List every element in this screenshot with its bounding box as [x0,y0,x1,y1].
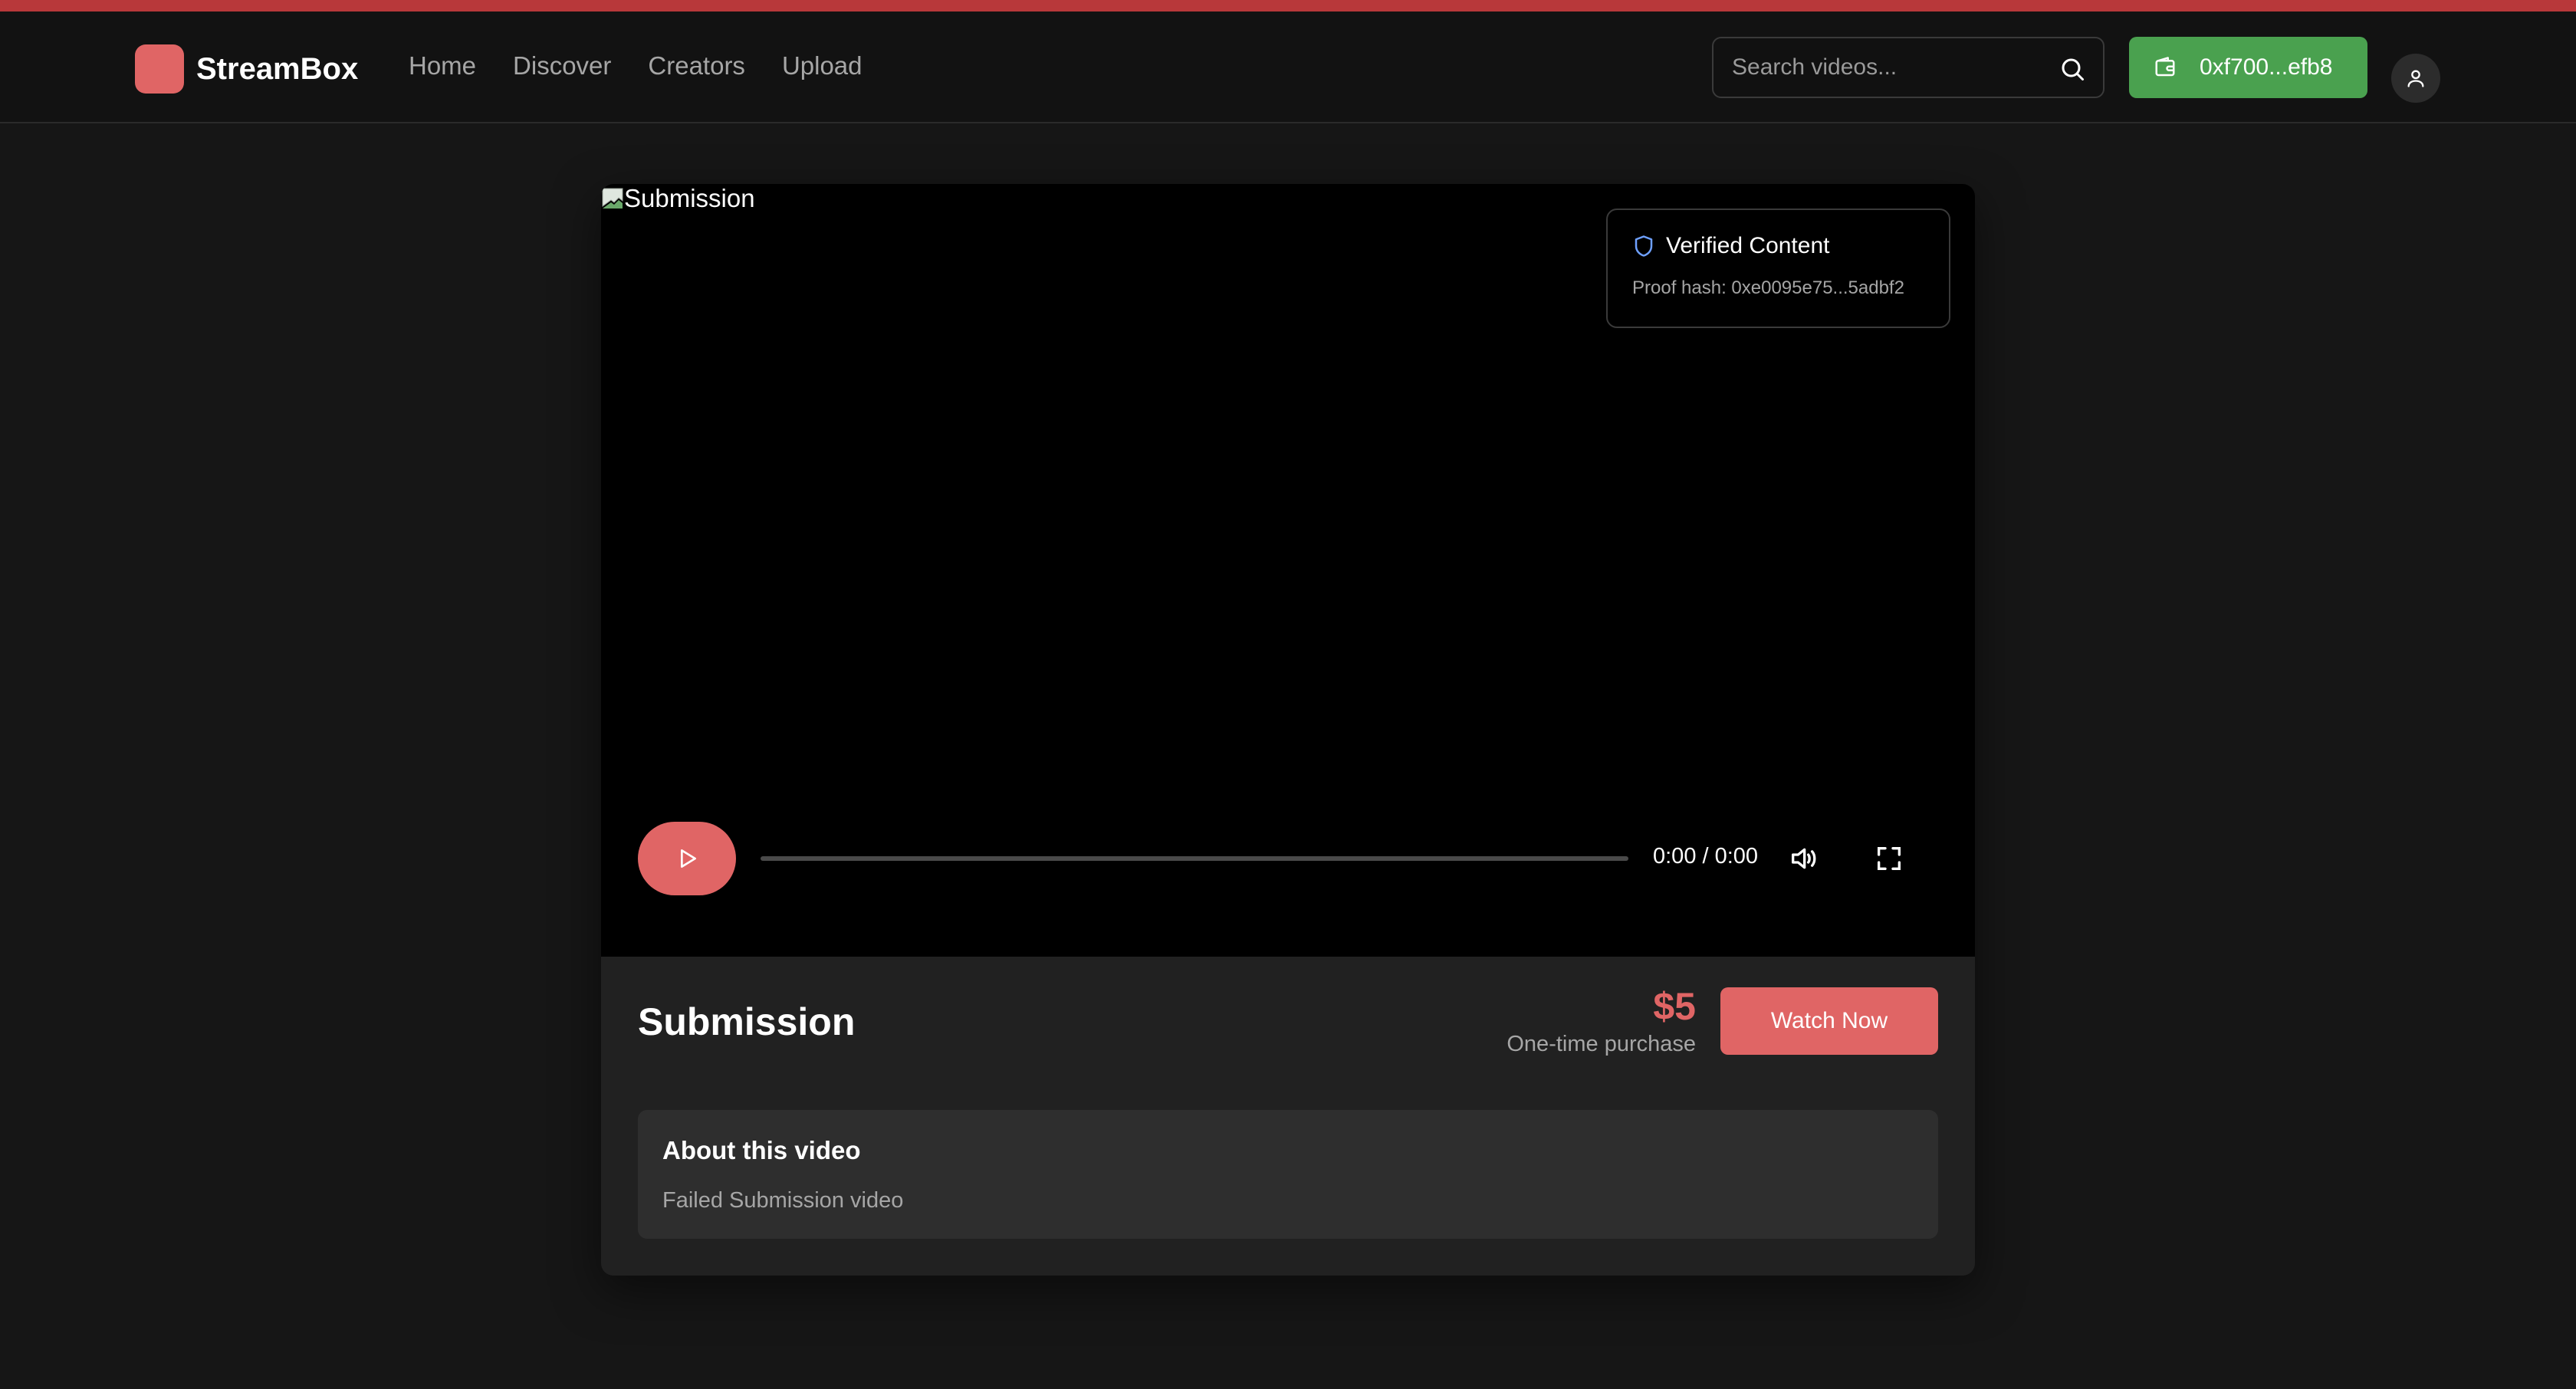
app-name: StreamBox [196,51,359,86]
volume-icon[interactable] [1788,843,1819,874]
video-title: Submission [638,1000,856,1043]
about-title: About this video [662,1136,861,1164]
price-note: One-time purchase [1506,1032,1696,1056]
verified-badge: Verified Content Proof hash: 0xe0095e75.… [1606,209,1950,328]
verified-title: Verified Content [1666,233,1830,258]
proof-hash: Proof hash: 0xe0095e75...5adbf2 [1632,277,1904,298]
nav-home[interactable]: Home [409,51,476,80]
watch-now-button[interactable]: Watch Now [1720,987,1938,1055]
video-card: Submission Verified Content Proof hash: … [601,184,1975,1276]
thumbnail-alt-text: Submission [624,184,755,212]
search-icon[interactable] [2058,55,2086,83]
nav-creators[interactable]: Creators [648,51,745,80]
player-controls: 0:00 / 0:00 [638,822,1938,895]
play-button[interactable] [638,822,736,895]
video-player[interactable]: Submission Verified Content Proof hash: … [601,184,1975,957]
user-icon [2407,70,2424,87]
nav-upload[interactable]: Upload [782,51,863,80]
play-icon [681,849,696,868]
price-block: $5 One-time purchase [1506,984,1696,1057]
about-description: Failed Submission video [662,1188,904,1213]
price: $5 [1653,985,1696,1028]
fullscreen-icon[interactable] [1874,843,1904,874]
main-nav: Home Discover Creators Upload [409,51,863,80]
search-box [1712,37,2104,98]
logo[interactable]: StreamBox [135,44,358,94]
logo-mark-icon [135,44,184,94]
broken-image-icon [602,188,623,209]
top-accent-stripe [0,0,2576,11]
user-menu-button[interactable] [2391,54,2440,103]
wallet-address: 0xf700...efb8 [2200,54,2333,80]
shield-icon [1635,235,1653,257]
header: StreamBox Home Discover Creators Upload … [0,11,2576,123]
search-input[interactable] [1732,54,2054,80]
about-section: About this video Failed Submission video [638,1110,1938,1239]
wallet-icon [2155,57,2175,77]
wallet-button[interactable]: 0xf700...efb8 [2129,37,2367,98]
time-display: 0:00 / 0:00 [1653,844,1759,869]
progress-bar[interactable] [761,856,1628,861]
thumbnail-image: Submission [601,184,755,213]
nav-discover[interactable]: Discover [513,51,611,80]
